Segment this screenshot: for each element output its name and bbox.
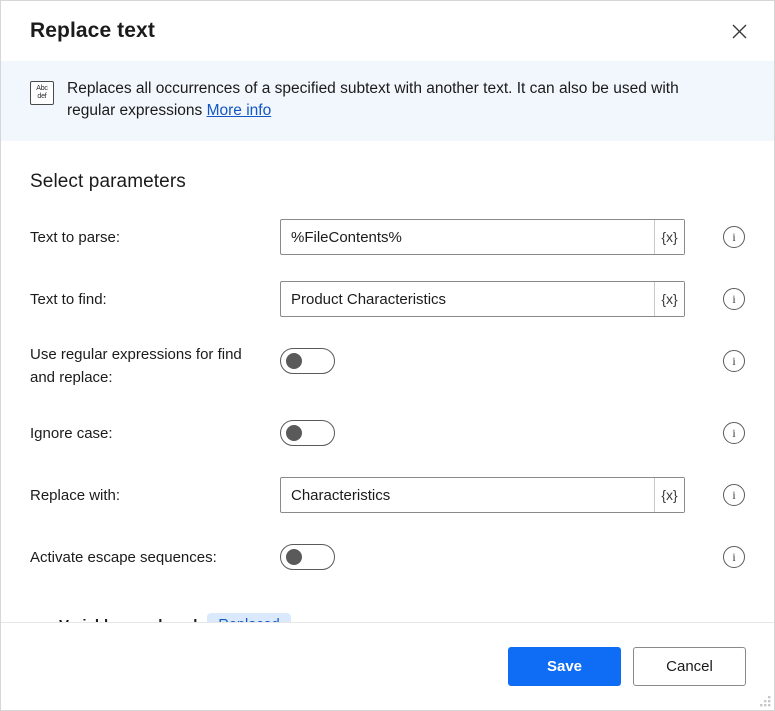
control-activate-escape-sequences bbox=[280, 539, 685, 575]
info-slot-text-to-find: i bbox=[685, 281, 745, 317]
text-to-parse-value[interactable]: %FileContents% bbox=[281, 220, 654, 254]
replace-with-input[interactable]: Characteristics {x} bbox=[280, 477, 685, 513]
text-to-parse-input[interactable]: %FileContents% {x} bbox=[280, 219, 685, 255]
info-slot-replace-with: i bbox=[685, 477, 745, 513]
toggle-activate-escape-sequences[interactable] bbox=[280, 544, 335, 570]
cancel-button[interactable]: Cancel bbox=[633, 647, 746, 686]
abc-def-icon-line2: def bbox=[37, 93, 46, 101]
parameters-body: Select parameters Text to parse: %FileCo… bbox=[1, 141, 774, 622]
control-ignore-case bbox=[280, 415, 685, 451]
abc-def-icon-line1: Abc bbox=[36, 85, 47, 93]
field-row-text-to-find: Text to find: Product Characteristics {x… bbox=[30, 281, 745, 317]
info-slot-activate-escape-sequences: i bbox=[685, 539, 745, 575]
save-button[interactable]: Save bbox=[508, 647, 621, 686]
info-icon-replace-with[interactable]: i bbox=[723, 484, 745, 506]
banner-text-block: Replaces all occurrences of a specified … bbox=[67, 78, 727, 122]
field-row-activate-escape-sequences: Activate escape sequences: i bbox=[30, 539, 745, 575]
info-slot-use-regex: i bbox=[685, 343, 745, 379]
label-ignore-case: Ignore case: bbox=[30, 415, 280, 446]
label-activate-escape-sequences: Activate escape sequences: bbox=[30, 539, 280, 570]
variable-picker-button-text-to-find[interactable]: {x} bbox=[654, 282, 684, 316]
resize-grip-icon[interactable] bbox=[757, 693, 771, 707]
text-to-find-value[interactable]: Product Characteristics bbox=[281, 282, 654, 316]
info-icon-text-to-find[interactable]: i bbox=[723, 288, 745, 310]
variable-picker-button-text-to-parse[interactable]: {x} bbox=[654, 220, 684, 254]
dialog-titlebar: Replace text bbox=[1, 1, 774, 61]
control-use-regex bbox=[280, 343, 685, 379]
toggle-knob bbox=[286, 353, 302, 369]
info-icon-text-to-parse[interactable]: i bbox=[723, 226, 745, 248]
info-icon-ignore-case[interactable]: i bbox=[723, 422, 745, 444]
field-row-replace-with: Replace with: Characteristics {x} i bbox=[30, 477, 745, 513]
info-icon-activate-escape-sequences[interactable]: i bbox=[723, 546, 745, 568]
replace-text-dialog: Replace text Abc def Replaces all occurr… bbox=[0, 0, 775, 711]
field-row-text-to-parse: Text to parse: %FileContents% {x} i bbox=[30, 219, 745, 255]
label-use-regex: Use regular expressions for find and rep… bbox=[30, 343, 280, 389]
variables-produced-section[interactable]: › Variables produced Replaced bbox=[30, 613, 745, 622]
toggle-knob bbox=[286, 549, 302, 565]
variable-badge-replaced[interactable]: Replaced bbox=[207, 613, 290, 622]
variable-picker-button-replace-with[interactable]: {x} bbox=[654, 478, 684, 512]
close-glyph bbox=[732, 24, 747, 39]
control-text-to-parse: %FileContents% {x} bbox=[280, 219, 685, 255]
label-text-to-parse: Text to parse: bbox=[30, 219, 280, 250]
field-row-ignore-case: Ignore case: i bbox=[30, 415, 745, 451]
control-text-to-find: Product Characteristics {x} bbox=[280, 281, 685, 317]
more-info-link[interactable]: More info bbox=[207, 102, 272, 119]
field-row-use-regex: Use regular expressions for find and rep… bbox=[30, 343, 745, 389]
info-slot-text-to-parse: i bbox=[685, 219, 745, 255]
toggle-use-regex[interactable] bbox=[280, 348, 335, 374]
text-to-find-input[interactable]: Product Characteristics {x} bbox=[280, 281, 685, 317]
toggle-knob bbox=[286, 425, 302, 441]
info-slot-ignore-case: i bbox=[685, 415, 745, 451]
control-replace-with: Characteristics {x} bbox=[280, 477, 685, 513]
dialog-footer: Save Cancel bbox=[1, 622, 774, 710]
replace-with-value[interactable]: Characteristics bbox=[281, 478, 654, 512]
toggle-ignore-case[interactable] bbox=[280, 420, 335, 446]
info-icon-use-regex[interactable]: i bbox=[723, 350, 745, 372]
page-title: Replace text bbox=[30, 19, 722, 43]
label-text-to-find: Text to find: bbox=[30, 281, 280, 312]
label-replace-with: Replace with: bbox=[30, 477, 280, 508]
close-icon[interactable] bbox=[722, 14, 756, 48]
section-title: Select parameters bbox=[30, 171, 745, 193]
banner-description: Replaces all occurrences of a specified … bbox=[67, 80, 679, 119]
description-banner: Abc def Replaces all occurrences of a sp… bbox=[1, 61, 774, 141]
abc-def-text-icon: Abc def bbox=[30, 81, 54, 105]
